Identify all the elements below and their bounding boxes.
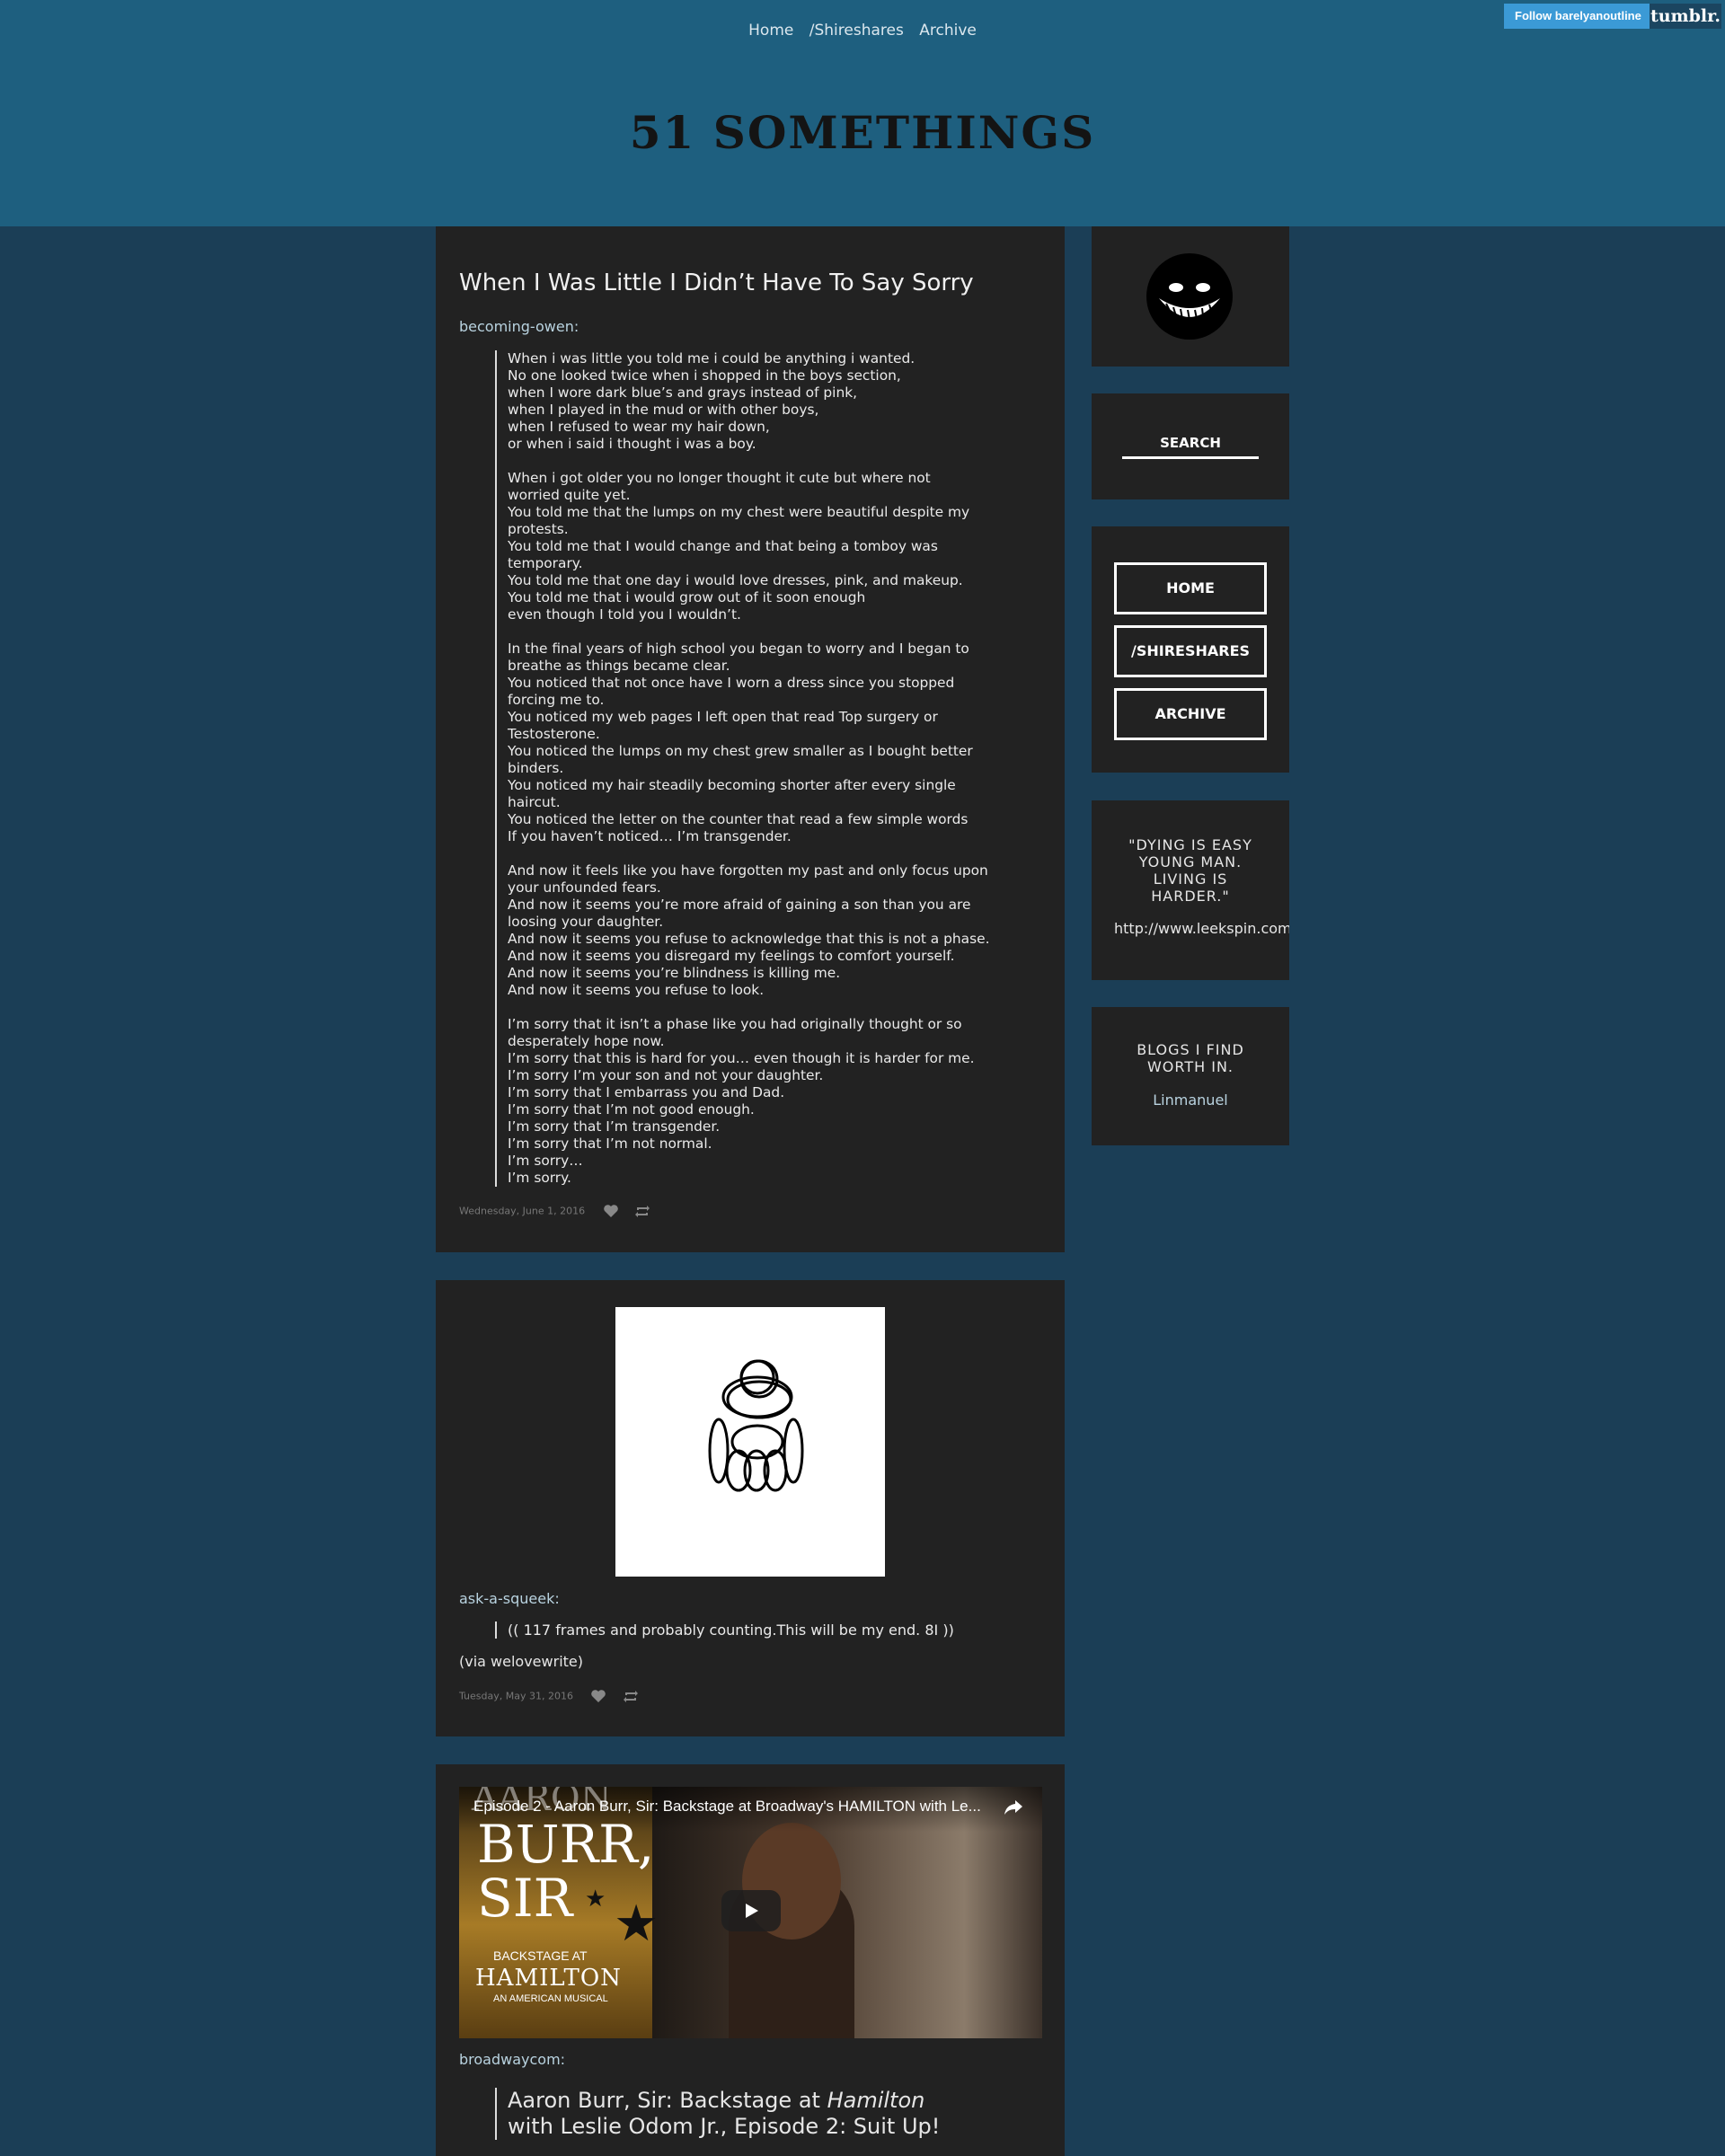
sidebar-link[interactable]: http://www.leekspin.com: [1114, 920, 1289, 937]
blogs-title: BLOGS I FIND WORTH IN.: [1137, 1041, 1244, 1075]
play-icon: [746, 1904, 758, 1918]
post-blockquote: (( 117 frames and probably counting.This…: [495, 1621, 1011, 1639]
post-date[interactable]: Tuesday, May 31, 2016: [459, 1691, 573, 1702]
star-icon: ★: [585, 1886, 606, 1913]
nav-archive-link[interactable]: Archive: [919, 22, 977, 40]
share-icon[interactable]: [1004, 1798, 1023, 1816]
quote-paragraph: When i got older you no longer thought i…: [508, 470, 970, 623]
source-link[interactable]: broadwaycom:: [459, 2051, 565, 2068]
video-post: Episode 2 - Aaron Burr, Sir: Backstage a…: [436, 1764, 1065, 2156]
grin-face-icon: [1159, 283, 1220, 321]
header: Home /Shireshares Archive Follow barelya…: [0, 0, 1725, 226]
heart-icon[interactable]: [603, 1205, 619, 1218]
post-meta: Tuesday, May 31, 2016: [459, 1690, 651, 1703]
sidebar-nav-box: HOME /SHIRESHARES ARCHIVE: [1092, 526, 1289, 773]
quote-text: Aaron Burr, Sir: Backstage at: [508, 2088, 827, 2113]
nav-home-link[interactable]: Home: [748, 22, 793, 40]
reblog-icon[interactable]: [623, 1690, 639, 1703]
star-icon: ★: [614, 1895, 659, 1953]
photo-post: ask-a-squeek: (( 117 frames and probably…: [436, 1280, 1065, 1736]
quote-paragraph: In the final years of high school you be…: [508, 641, 973, 844]
sidebar-quote-box: "DYING IS EASY YOUNG MAN. LIVING IS HARD…: [1092, 800, 1289, 980]
post-blockquote: When i was little you told me i could be…: [495, 350, 1011, 1187]
tumblr-logo[interactable]: tumblr.: [1650, 4, 1721, 29]
poster-text-sir: SIR: [477, 1868, 573, 1929]
poster-text-burr: BURR,: [477, 1814, 655, 1875]
site-title: 51 SOMETHINGS: [629, 106, 1096, 159]
video-player[interactable]: Episode 2 - Aaron Burr, Sir: Backstage a…: [459, 1787, 1042, 2038]
nav-shireshares-link[interactable]: /Shireshares: [809, 22, 904, 40]
quote-paragraph: And now it feels like you have forgotten…: [508, 862, 990, 998]
poster-text-hamilton: HAMILTON: [475, 1965, 622, 1992]
robot-sketch-icon: [708, 1359, 804, 1492]
post-image[interactable]: [615, 1307, 885, 1577]
top-nav: Home /Shireshares Archive: [0, 22, 1725, 40]
sidebar-quote: "DYING IS EASY YOUNG MAN. LIVING IS HARD…: [1128, 836, 1252, 905]
shireshares-button[interactable]: /SHIRESHARES: [1114, 625, 1267, 677]
quote-emphasis: Hamilton: [827, 2088, 925, 2113]
source-link[interactable]: becoming-owen:: [459, 318, 579, 335]
post-blockquote: Aaron Burr, Sir: Backstage at Hamilton w…: [495, 2088, 1011, 2140]
quote-text: (( 117 frames and probably counting.This…: [508, 1621, 954, 1639]
quote-paragraph: I’m sorry that it isn’t a phase like you…: [508, 1016, 975, 1186]
sidebar-search-box: SEARCH: [1092, 393, 1289, 499]
home-button[interactable]: HOME: [1114, 562, 1267, 614]
source-link[interactable]: ask-a-squeek:: [459, 1590, 560, 1607]
follow-button[interactable]: Follow barelyanoutline: [1504, 4, 1652, 29]
sidebar-avatar-box: [1092, 226, 1289, 367]
post-meta: Wednesday, June 1, 2016: [459, 1205, 663, 1218]
avatar[interactable]: [1146, 253, 1233, 340]
via-link[interactable]: (via welovewrite): [459, 1653, 583, 1670]
reblog-icon[interactable]: [634, 1205, 650, 1218]
text-post: When I Was Little I Didn’t Have To Say S…: [436, 226, 1065, 1252]
heart-icon[interactable]: [590, 1690, 606, 1703]
archive-button[interactable]: ARCHIVE: [1114, 688, 1267, 740]
quote-paragraph: When i was little you told me i could be…: [508, 350, 916, 452]
post-title[interactable]: When I Was Little I Didn’t Have To Say S…: [459, 270, 974, 296]
blog-link-linmanuel[interactable]: Linmanuel: [1092, 1091, 1289, 1109]
play-button[interactable]: [721, 1890, 781, 1931]
poster-text-backstage: BACKSTAGE AT: [493, 1948, 588, 1963]
sidebar-blogs-box: BLOGS I FIND WORTH IN. Linmanuel: [1092, 1007, 1289, 1145]
search-input[interactable]: SEARCH: [1122, 435, 1259, 459]
poster-text-musical: AN AMERICAN MUSICAL: [493, 1993, 608, 2004]
post-date[interactable]: Wednesday, June 1, 2016: [459, 1206, 585, 1217]
quote-text: with Leslie Odom Jr., Episode 2: Suit Up…: [508, 2114, 941, 2139]
